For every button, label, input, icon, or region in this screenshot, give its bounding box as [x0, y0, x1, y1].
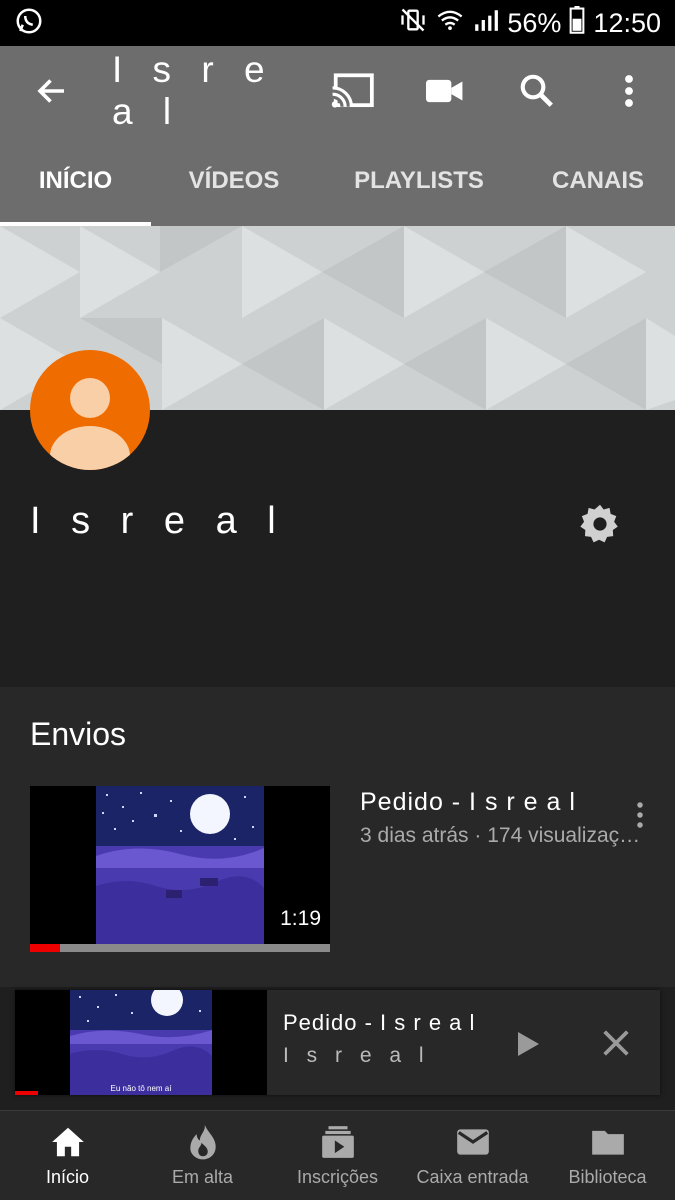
miniplayer-caption: Eu não tô nem aí — [111, 1084, 173, 1093]
nav-item-inscricoes[interactable]: Inscrições — [270, 1111, 405, 1200]
battery-percent: 56% — [507, 7, 562, 38]
nav-item-inicio[interactable]: Início — [0, 1111, 135, 1200]
more-vert-icon[interactable] — [583, 46, 675, 136]
watch-progress-bar — [30, 944, 330, 952]
signal-icon — [473, 7, 499, 40]
battery-icon — [569, 5, 585, 41]
nav-label: Início — [45, 1167, 90, 1187]
miniplayer[interactable]: Eu não tô nem aí Pedido - I s r e a l I … — [15, 990, 660, 1095]
nav-item-caixa-entrada[interactable]: Caixa entrada — [405, 1111, 540, 1200]
nav-label: Inscrições — [296, 1167, 379, 1187]
status-bar: 56% 12:50 — [0, 0, 675, 46]
channel-name: I s r e a l — [30, 500, 286, 542]
close-icon[interactable] — [599, 1026, 633, 1060]
trending-flame-icon — [189, 1124, 216, 1160]
bottom-navigation: Início Em alta Inscrições Caixa entrada … — [0, 1110, 675, 1200]
watch-progress-fill — [30, 944, 60, 952]
whatsapp-icon — [14, 6, 44, 41]
nav-label: Caixa entrada — [416, 1167, 529, 1187]
vibrate-icon — [399, 6, 427, 41]
play-icon[interactable] — [509, 1026, 545, 1062]
video-camera-icon[interactable] — [399, 46, 491, 136]
nav-item-em-alta[interactable]: Em alta — [135, 1111, 270, 1200]
tab-videos[interactable]: VÍDEOS — [151, 136, 317, 226]
miniplayer-progress — [15, 1091, 38, 1095]
nav-item-biblioteca[interactable]: Biblioteca — [540, 1111, 675, 1200]
back-arrow-icon[interactable] — [0, 46, 104, 136]
video-duration: 1:19 — [273, 904, 328, 934]
nav-label: Biblioteca — [568, 1167, 647, 1187]
tab-inicio[interactable]: INÍCIO — [0, 136, 151, 226]
gear-icon[interactable] — [578, 502, 622, 546]
section-title: Envios — [30, 716, 127, 752]
video-meta: 3 dias atrás · 174 visualizações — [360, 824, 642, 847]
home-icon — [51, 1127, 84, 1157]
miniplayer-title[interactable]: Pedido - I s r e a l — [283, 1010, 475, 1036]
miniplayer-channel: I s r e a l — [283, 1044, 430, 1067]
wifi-icon — [435, 6, 465, 41]
miniplayer-thumbnail[interactable]: Eu não tô nem aí — [15, 990, 267, 1095]
video-more-icon[interactable] — [628, 800, 652, 830]
tab-canais[interactable]: CANAIS — [521, 136, 675, 226]
video-title[interactable]: Pedido - I s r e a l — [360, 788, 576, 817]
nav-label: Em alta — [171, 1167, 234, 1187]
channel-tabs: INÍCIO VÍDEOS PLAYLISTS CANAIS — [0, 136, 675, 226]
app-bar-title: I s r e a l — [112, 49, 275, 132]
clock: 12:50 — [593, 7, 661, 38]
inbox-mail-icon — [456, 1129, 489, 1155]
tab-playlists[interactable]: PLAYLISTS — [317, 136, 521, 226]
search-icon[interactable] — [491, 46, 583, 136]
cast-icon[interactable] — [307, 46, 399, 136]
avatar[interactable] — [30, 350, 150, 470]
library-folder-icon — [591, 1130, 624, 1155]
app-bar: I s r e a l — [0, 46, 675, 136]
video-thumbnail[interactable]: 1:19 — [30, 786, 330, 952]
subscriptions-icon — [321, 1126, 354, 1158]
